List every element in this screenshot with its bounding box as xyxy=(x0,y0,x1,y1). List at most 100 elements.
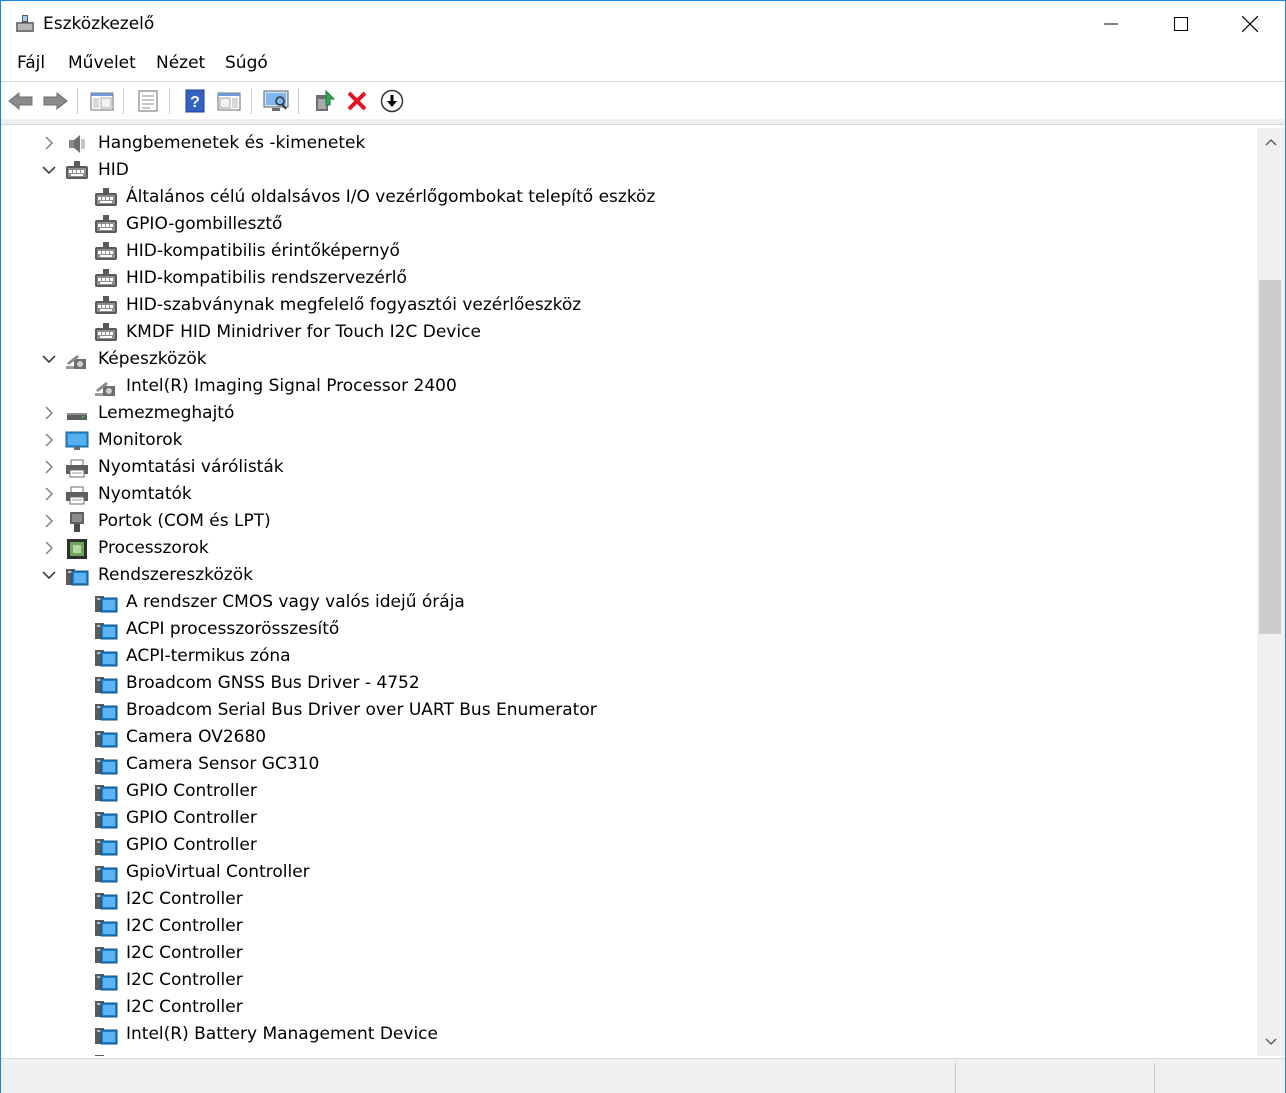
system-device-icon xyxy=(94,619,118,641)
properties-button[interactable] xyxy=(134,87,162,115)
close-icon xyxy=(1242,16,1258,32)
forward-arrow-icon xyxy=(43,91,68,111)
disable-device-button[interactable] xyxy=(378,87,406,115)
tree-device[interactable]: HID-kompatibilis rendszervezérlő xyxy=(5,265,1255,292)
tree-device[interactable]: Camera Sensor GC310 xyxy=(5,751,1255,778)
tree-node-label: Intel(R) Imaging Signal Processor 2400 xyxy=(126,376,457,396)
tree-device[interactable]: I2C Controller xyxy=(5,913,1255,940)
tree-device[interactable]: I2C Controller xyxy=(5,940,1255,967)
hid-device-icon xyxy=(94,322,118,344)
console-tree-button[interactable] xyxy=(88,87,116,115)
system-device-icon xyxy=(94,592,118,614)
tree-device[interactable]: GPIO Controller xyxy=(5,805,1255,832)
tree-device[interactable]: ACPI processzorösszesítő xyxy=(5,616,1255,643)
disable-device-icon xyxy=(380,89,404,113)
scroll-down-button[interactable] xyxy=(1257,1028,1285,1056)
svg-text:?: ? xyxy=(190,94,200,111)
tree-node-label: HID xyxy=(98,160,129,180)
tree-category[interactable]: Portok (COM és LPT) xyxy=(5,508,1255,535)
menu-help[interactable]: Súgó xyxy=(225,53,268,73)
tree-device[interactable]: Camera OV2680 xyxy=(5,724,1255,751)
vertical-scrollbar[interactable] xyxy=(1257,128,1285,1056)
tree-device[interactable]: Intel(R) Battery Management Device xyxy=(5,1021,1255,1048)
chevron-right-icon[interactable] xyxy=(41,513,57,529)
tree-device[interactable]: I2C Controller xyxy=(5,886,1255,913)
chevron-right-icon[interactable] xyxy=(41,135,57,151)
tree-device[interactable]: GpioVirtual Controller xyxy=(5,859,1255,886)
tree-category[interactable]: Képeszközök xyxy=(5,346,1255,373)
status-bar xyxy=(1,1058,1285,1093)
tree-device[interactable]: ACPI-termikus zóna xyxy=(5,643,1255,670)
tree-device[interactable]: I2C Controller xyxy=(5,994,1255,1021)
system-device-icon xyxy=(94,808,118,830)
close-button[interactable] xyxy=(1215,1,1285,47)
title-bar[interactable]: Eszközkezelő xyxy=(1,1,1285,47)
tree-category[interactable]: Nyomtatók xyxy=(5,481,1255,508)
tree-category[interactable]: Hangbemenetek és -kimenetek xyxy=(5,130,1255,157)
tree-node-label: HID-kompatibilis rendszervezérlő xyxy=(126,268,407,288)
menu-action[interactable]: Művelet xyxy=(68,53,136,73)
tree-device[interactable]: Broadcom GNSS Bus Driver - 4752 xyxy=(5,670,1255,697)
help-button[interactable]: ? xyxy=(181,87,209,115)
tree-node-label: A rendszer CMOS vagy valós idejű órája xyxy=(126,592,465,612)
maximize-button[interactable] xyxy=(1146,1,1216,47)
tree-device[interactable]: Intel(R) Imaging Signal Processor 2400 xyxy=(5,373,1255,400)
maximize-icon xyxy=(1174,17,1188,31)
tree-category[interactable]: Lemezmeghajtó xyxy=(5,400,1255,427)
minimize-icon xyxy=(1104,23,1118,25)
chevron-right-icon[interactable] xyxy=(41,540,57,556)
camera-icon xyxy=(94,376,118,398)
system-device-icon xyxy=(94,754,118,776)
chevron-right-icon[interactable] xyxy=(41,486,57,502)
chevron-right-icon[interactable] xyxy=(41,459,57,475)
tree-category[interactable]: Monitorok xyxy=(5,427,1255,454)
forward-button[interactable] xyxy=(41,87,69,115)
device-tree[interactable]: Hangbemenetek és -kimenetek HID Általános … xyxy=(5,128,1255,1056)
tree-category[interactable]: Rendszereszközök xyxy=(5,562,1255,589)
properties-icon xyxy=(138,90,158,112)
menu-view[interactable]: Nézet xyxy=(156,53,205,73)
tree-category[interactable]: HID xyxy=(5,157,1255,184)
tree-node-label: Monitorok xyxy=(98,430,183,450)
minimize-button[interactable] xyxy=(1076,1,1146,47)
tree-category[interactable]: Nyomtatási várólisták xyxy=(5,454,1255,481)
tree-device[interactable]: GPIO Controller xyxy=(5,778,1255,805)
camera-icon xyxy=(65,349,89,371)
toolbar-separator xyxy=(169,88,170,114)
tree-device[interactable]: GPIO-gombillesztő xyxy=(5,211,1255,238)
chevron-down-icon[interactable] xyxy=(41,162,57,178)
scroll-thumb[interactable] xyxy=(1259,280,1281,634)
menu-file[interactable]: Fájl xyxy=(17,53,45,73)
tree-device[interactable]: Broadcom Serial Bus Driver over UART Bus… xyxy=(5,697,1255,724)
uninstall-device-button[interactable] xyxy=(343,87,371,115)
system-device-icon xyxy=(94,916,118,938)
tree-device[interactable]: I2C Controller xyxy=(5,967,1255,994)
tree-device[interactable]: GPIO Controller xyxy=(5,832,1255,859)
system-device-icon xyxy=(94,646,118,668)
tree-device[interactable] xyxy=(5,1048,1255,1056)
chevron-up-icon xyxy=(1265,138,1277,146)
tree-node-label: Lemezmeghajtó xyxy=(98,403,235,423)
tree-category[interactable]: Processzorok xyxy=(5,535,1255,562)
system-device-icon xyxy=(94,727,118,749)
tree-node-label: I2C Controller xyxy=(126,943,243,963)
scroll-up-button[interactable] xyxy=(1257,128,1285,156)
chevron-down-icon[interactable] xyxy=(41,351,57,367)
hid-device-icon xyxy=(65,160,89,182)
tree-node-label: GPIO Controller xyxy=(126,781,257,801)
chevron-right-icon[interactable] xyxy=(41,432,57,448)
tree-node-label: Portok (COM és LPT) xyxy=(98,511,271,531)
tree-device[interactable]: HID-kompatibilis érintőképernyő xyxy=(5,238,1255,265)
chevron-right-icon[interactable] xyxy=(41,405,57,421)
action-pane-button[interactable] xyxy=(215,87,243,115)
scan-hardware-button[interactable] xyxy=(262,87,290,115)
tree-node-label: GPIO Controller xyxy=(126,835,257,855)
update-driver-button[interactable] xyxy=(310,87,338,115)
tree-device[interactable]: HID-szabványnak megfelelő fogyasztói vez… xyxy=(5,292,1255,319)
tree-device[interactable]: KMDF HID Minidriver for Touch I2C Device xyxy=(5,319,1255,346)
menu-bar: Fájl Művelet Nézet Súgó xyxy=(1,47,1285,81)
back-button[interactable] xyxy=(7,87,35,115)
tree-device[interactable]: A rendszer CMOS vagy valós idejű órája xyxy=(5,589,1255,616)
tree-device[interactable]: Általános célú oldalsávos I/O vezérlőgom… xyxy=(5,184,1255,211)
chevron-down-icon[interactable] xyxy=(41,567,57,583)
